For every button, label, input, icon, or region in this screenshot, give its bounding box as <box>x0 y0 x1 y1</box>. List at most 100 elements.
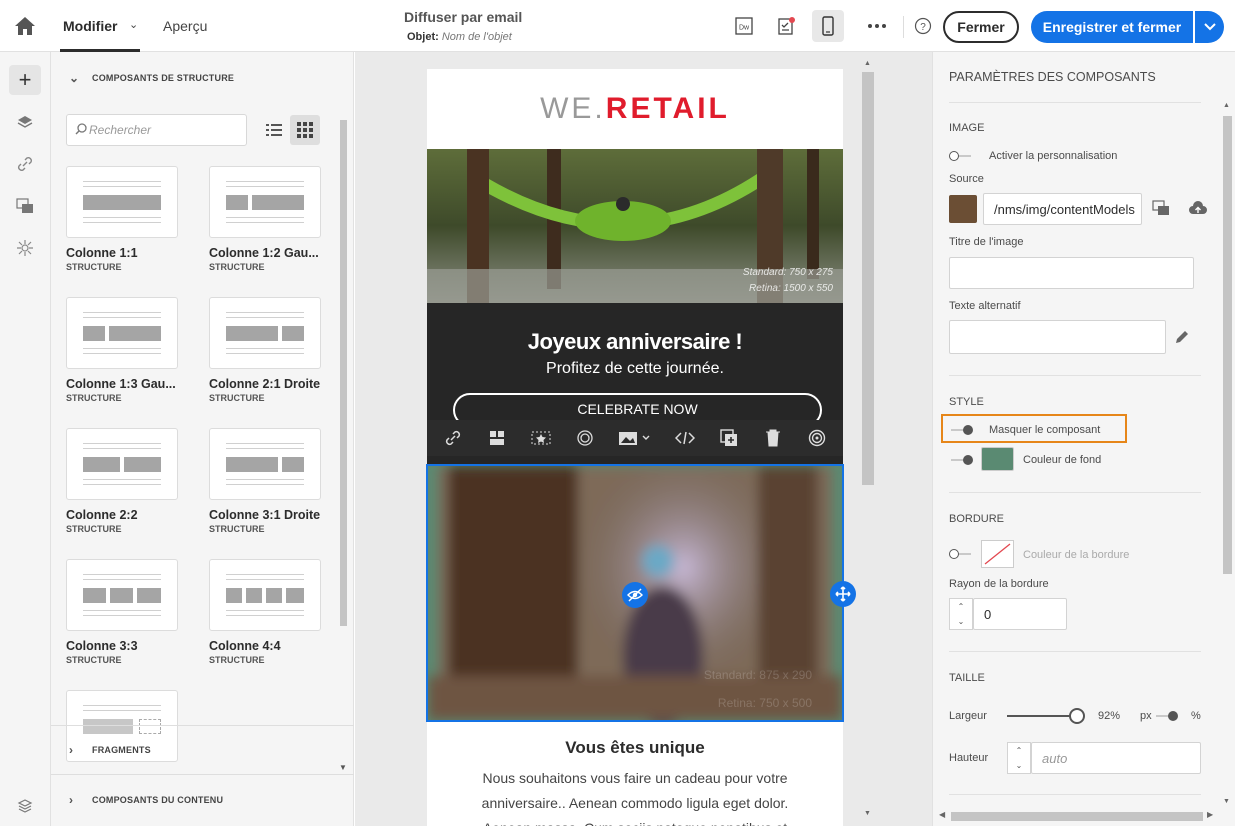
image-title-input[interactable] <box>949 257 1194 289</box>
brand-logo[interactable]: WE.RETAIL <box>427 92 843 126</box>
width-slider-handle[interactable] <box>1068 708 1085 724</box>
bg-color-swatch[interactable] <box>981 447 1014 471</box>
dreamweaver-icon[interactable]: Dw <box>733 15 755 37</box>
width-label: Largeur <box>949 710 987 722</box>
size-section-title: TAILLE <box>949 672 985 684</box>
subject-line: Objet: Nom de l'objet <box>407 31 512 43</box>
source-input[interactable]: /nms/img/contentModels <box>983 193 1142 225</box>
link-icon[interactable] <box>9 149 41 179</box>
component-card[interactable]: Colonne 3:3 STRUCTURE <box>66 559 178 665</box>
content-section-header[interactable]: › COMPOSANTS DU CONTENU <box>51 776 354 824</box>
logo-text-we: WE. <box>540 92 606 125</box>
chevron-down-icon[interactable]: ⌄ <box>129 18 138 31</box>
component-thumbnail <box>66 428 178 500</box>
divider <box>949 651 1201 652</box>
tab-apercu[interactable]: Aperçu <box>163 18 207 34</box>
image-assets-icon[interactable] <box>9 191 41 221</box>
component-title: Colonne 2:1 Droite <box>209 377 321 391</box>
hidden-eye-icon[interactable] <box>622 582 648 608</box>
chevron-right-icon: › <box>69 743 74 757</box>
border-radius-input[interactable]: 0 <box>973 598 1067 630</box>
personalization-toggle[interactable] <box>949 151 973 161</box>
hide-component-label: Masquer le composant <box>989 424 1101 436</box>
help-icon[interactable]: ? <box>912 15 934 37</box>
personalization-icon[interactable] <box>9 233 41 263</box>
height-input[interactable]: auto <box>1031 742 1201 774</box>
layers-icon[interactable] <box>9 107 41 137</box>
component-card[interactable]: Colonne 1:1 STRUCTURE <box>66 166 178 272</box>
link-icon[interactable] <box>439 424 467 452</box>
mobile-icon <box>817 15 839 37</box>
save-and-close-button[interactable]: Enregistrer et fermer <box>1031 11 1193 43</box>
component-card[interactable]: Colonne 2:1 Droite STRUCTURE <box>209 297 321 403</box>
chevron-down-icon: ⌄ <box>69 71 80 85</box>
canvas-scrollbar[interactable]: ▲ ▼ <box>861 60 875 826</box>
component-type: STRUCTURE <box>66 262 122 272</box>
select-parent-icon[interactable] <box>483 424 511 452</box>
component-title: Colonne 1:3 Gau... <box>66 377 176 391</box>
checklist-icon[interactable] <box>775 15 797 37</box>
hero-image[interactable]: Standard: 750 x 275 Retina: 1500 x 550 <box>427 149 843 303</box>
add-icon[interactable]: + <box>9 65 41 95</box>
component-card[interactable]: Colonne 4:4 STRUCTURE <box>209 559 321 665</box>
featured-image-icon[interactable] <box>527 424 555 452</box>
height-stepper[interactable]: ⌃ ⌄ <box>1007 742 1031 774</box>
divider <box>903 16 904 38</box>
component-thumbnail <box>209 297 321 369</box>
search-input[interactable]: Rechercher <box>66 114 247 146</box>
source-label: Source <box>949 173 984 185</box>
component-type: STRUCTURE <box>66 393 122 403</box>
save-options-chevron-icon[interactable] <box>1195 11 1224 43</box>
border-radius-stepper[interactable]: ⌃ ⌄ <box>949 598 973 630</box>
component-card[interactable]: Colonne 1:2 Gau... STRUCTURE <box>209 166 321 272</box>
width-slider[interactable] <box>1007 715 1077 717</box>
move-icon[interactable] <box>830 581 856 607</box>
code-icon[interactable] <box>671 424 699 452</box>
home-icon[interactable] <box>14 16 36 36</box>
component-card[interactable]: Colonne 2:2 STRUCTURE <box>66 428 178 534</box>
width-unit-toggle[interactable] <box>1154 711 1178 721</box>
list-view-icon[interactable] <box>259 115 289 145</box>
component-thumbnail <box>209 559 321 631</box>
alt-text-input[interactable] <box>949 320 1166 354</box>
help-layers-icon[interactable] <box>9 791 41 821</box>
divider <box>51 774 354 775</box>
component-thumbnail <box>66 166 178 238</box>
asset-picker-icon[interactable] <box>1152 200 1170 223</box>
more-icon[interactable] <box>866 15 888 37</box>
settings-scrollbar[interactable]: ▲ ▼ <box>1220 100 1234 812</box>
target-icon[interactable] <box>803 424 831 452</box>
component-thumbnail <box>66 559 178 631</box>
component-card[interactable]: Colonne 3:1 Droite STRUCTURE <box>209 428 321 534</box>
border-section-title: BORDURE <box>949 513 1005 525</box>
duplicate-icon[interactable] <box>715 424 743 452</box>
width-unit-px: px <box>1140 710 1152 722</box>
bg-color-toggle[interactable] <box>949 455 973 465</box>
delete-icon[interactable] <box>759 424 787 452</box>
body-text: Nous souhaitons vous faire un cadeau pou… <box>481 770 789 826</box>
border-toggle[interactable] <box>949 549 973 559</box>
structure-section-header[interactable]: ⌄ COMPOSANTS DE STRUCTURE <box>51 54 354 102</box>
image-dropdown-icon[interactable] <box>615 424 655 452</box>
settings-horizontal-scrollbar[interactable]: ◀ ▶ <box>935 808 1219 822</box>
search-icon <box>75 122 87 138</box>
edit-pencil-icon[interactable] <box>1174 329 1190 350</box>
upload-cloud-icon[interactable] <box>1188 200 1208 221</box>
personalization-label: Activer la personnalisation <box>989 150 1118 162</box>
grid-view-icon[interactable] <box>290 115 320 145</box>
personalize-icon[interactable] <box>571 424 599 452</box>
bg-color-label: Couleur de fond <box>1023 454 1102 466</box>
left-scrollbar[interactable]: ▼ <box>339 120 348 772</box>
close-button[interactable]: Fermer <box>943 11 1019 43</box>
hide-component-toggle[interactable] <box>949 425 973 435</box>
fragments-section-title: FRAGMENTS <box>92 745 151 755</box>
border-color-swatch[interactable] <box>981 540 1014 568</box>
content-section-title: COMPOSANTS DU CONTENU <box>92 795 224 805</box>
fragments-section-header[interactable]: › FRAGMENTS <box>51 726 354 774</box>
component-type: STRUCTURE <box>209 393 265 403</box>
page-title: Diffuser par email <box>404 9 523 25</box>
component-card[interactable]: Colonne 1:3 Gau... STRUCTURE <box>66 297 178 403</box>
tab-modifier[interactable]: Modifier <box>63 18 117 34</box>
section-title: Vous êtes unique <box>565 738 705 757</box>
panel-title: PARAMÈTRES DES COMPOSANTS <box>949 70 1156 84</box>
